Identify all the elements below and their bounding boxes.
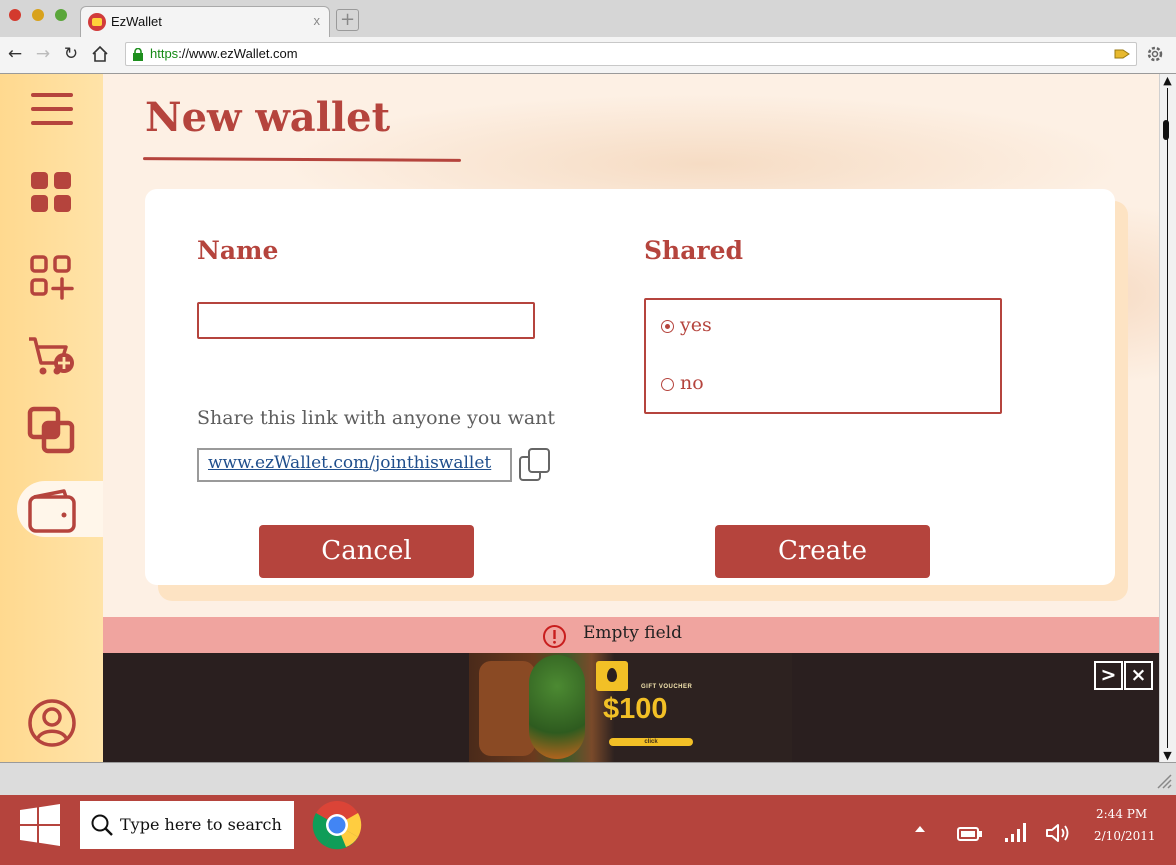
share-link-label: Share this link with anyone you want: [197, 407, 556, 429]
reload-icon[interactable]: ↻: [60, 43, 82, 65]
search-icon: [91, 814, 113, 836]
resize-grip-icon[interactable]: [1154, 771, 1172, 789]
radio-yes-label[interactable]: yes: [680, 314, 712, 336]
window-maximize-dot[interactable]: [55, 9, 67, 21]
battery-icon[interactable]: [957, 826, 983, 842]
scroll-up-arrow-icon[interactable]: ▲: [1162, 75, 1173, 86]
wallet-name-input[interactable]: [197, 302, 535, 339]
share-link-field[interactable]: www.ezWallet.com/jointhiswallet: [197, 448, 512, 482]
ad-food-image: [479, 661, 535, 756]
page-viewport: New wallet Name Share this link with any…: [0, 74, 1159, 762]
tray-expand-chevron-icon[interactable]: [915, 826, 925, 832]
wallet-favicon-icon: [88, 13, 106, 31]
wallet-icon[interactable]: [26, 485, 78, 537]
cancel-button[interactable]: Cancel: [259, 525, 474, 578]
window-minimize-dot[interactable]: [32, 9, 44, 21]
ad-next-button[interactable]: >: [1094, 661, 1123, 690]
error-banner: Empty field: [103, 617, 1159, 653]
clock-date[interactable]: 2/10/2011: [1094, 829, 1156, 843]
ad-salad-image: [529, 655, 585, 759]
volume-speaker-icon[interactable]: [1045, 822, 1071, 844]
browser-status-bar: [0, 762, 1176, 795]
bookmark-arrow-icon[interactable]: [1114, 46, 1130, 62]
ad-close-button[interactable]: ×: [1124, 661, 1153, 690]
sidebar: [0, 74, 107, 762]
hamburger-menu-icon[interactable]: [27, 82, 79, 134]
tab-title: EzWallet: [111, 14, 162, 29]
page-title: New wallet: [145, 94, 391, 141]
ad-click-button[interactable]: click: [609, 738, 693, 746]
scrollbar-track: [1167, 88, 1168, 748]
os-taskbar: Type here to search 2:44 PM 2/10/2011: [0, 795, 1176, 865]
home-icon[interactable]: [89, 43, 111, 65]
new-wallet-form-card: Name Share this link with anyone you wan…: [145, 189, 1115, 585]
ad-amount: $100: [603, 693, 668, 725]
chrome-browser-icon[interactable]: [312, 800, 362, 850]
vertical-scrollbar[interactable]: ▲ ▼: [1159, 74, 1176, 762]
search-placeholder: Type here to search: [120, 815, 282, 834]
shared-radio-group: yes no: [644, 298, 1002, 414]
error-message: Empty field: [583, 623, 682, 643]
clock-time[interactable]: 2:44 PM: [1096, 807, 1147, 821]
name-label: Name: [197, 236, 279, 265]
browser-window-chrome: EzWallet x + ← → ↻ https://www.ezWallet.…: [0, 0, 1176, 74]
network-signal-icon[interactable]: [1004, 821, 1030, 843]
address-bar[interactable]: https://www.ezWallet.com: [125, 42, 1137, 66]
shared-label: Shared: [644, 236, 743, 265]
ad-gift-voucher-text: GIFT VOUCHER: [641, 684, 693, 690]
title-underline: [142, 157, 462, 162]
browser-tab[interactable]: EzWallet x: [80, 6, 330, 37]
dashboard-grid-icon[interactable]: [26, 167, 78, 219]
radio-no-unselected[interactable]: [661, 378, 674, 391]
browser-toolbar: ← → ↻ https://www.ezWallet.com: [0, 37, 1176, 73]
radio-yes-selected[interactable]: [661, 320, 674, 333]
create-button[interactable]: Create: [715, 525, 930, 578]
back-arrow-icon[interactable]: ←: [4, 43, 26, 65]
user-profile-icon[interactable]: [26, 697, 78, 749]
copy-link-icon[interactable]: [518, 447, 552, 483]
taskbar-search-box[interactable]: Type here to search: [80, 801, 294, 849]
add-to-cart-icon[interactable]: [26, 331, 78, 383]
ad-image[interactable]: GIFT VOUCHER $100 click: [469, 653, 792, 762]
settings-gear-icon[interactable]: [1146, 45, 1164, 63]
window-close-dot[interactable]: [9, 9, 21, 21]
tab-close-button[interactable]: x: [314, 13, 321, 28]
add-category-grid-icon[interactable]: [26, 251, 78, 303]
scroll-down-arrow-icon[interactable]: ▼: [1162, 750, 1173, 761]
url-text: https://www.ezWallet.com: [150, 46, 298, 61]
ad-banner: GIFT VOUCHER $100 click > ×: [103, 653, 1159, 762]
ad-location-logo-icon: [596, 661, 628, 691]
scrollbar-thumb[interactable]: [1163, 120, 1169, 140]
main-content: New wallet Name Share this link with any…: [103, 74, 1159, 762]
radio-no-label[interactable]: no: [680, 372, 704, 394]
share-link[interactable]: www.ezWallet.com/jointhiswallet: [208, 453, 491, 473]
windows-start-icon[interactable]: [19, 804, 61, 846]
lock-icon: [133, 48, 143, 61]
error-alert-icon: [543, 625, 566, 648]
new-tab-button[interactable]: +: [336, 9, 359, 31]
forward-arrow-icon[interactable]: →: [32, 43, 54, 65]
transactions-overlap-icon[interactable]: [26, 405, 78, 457]
